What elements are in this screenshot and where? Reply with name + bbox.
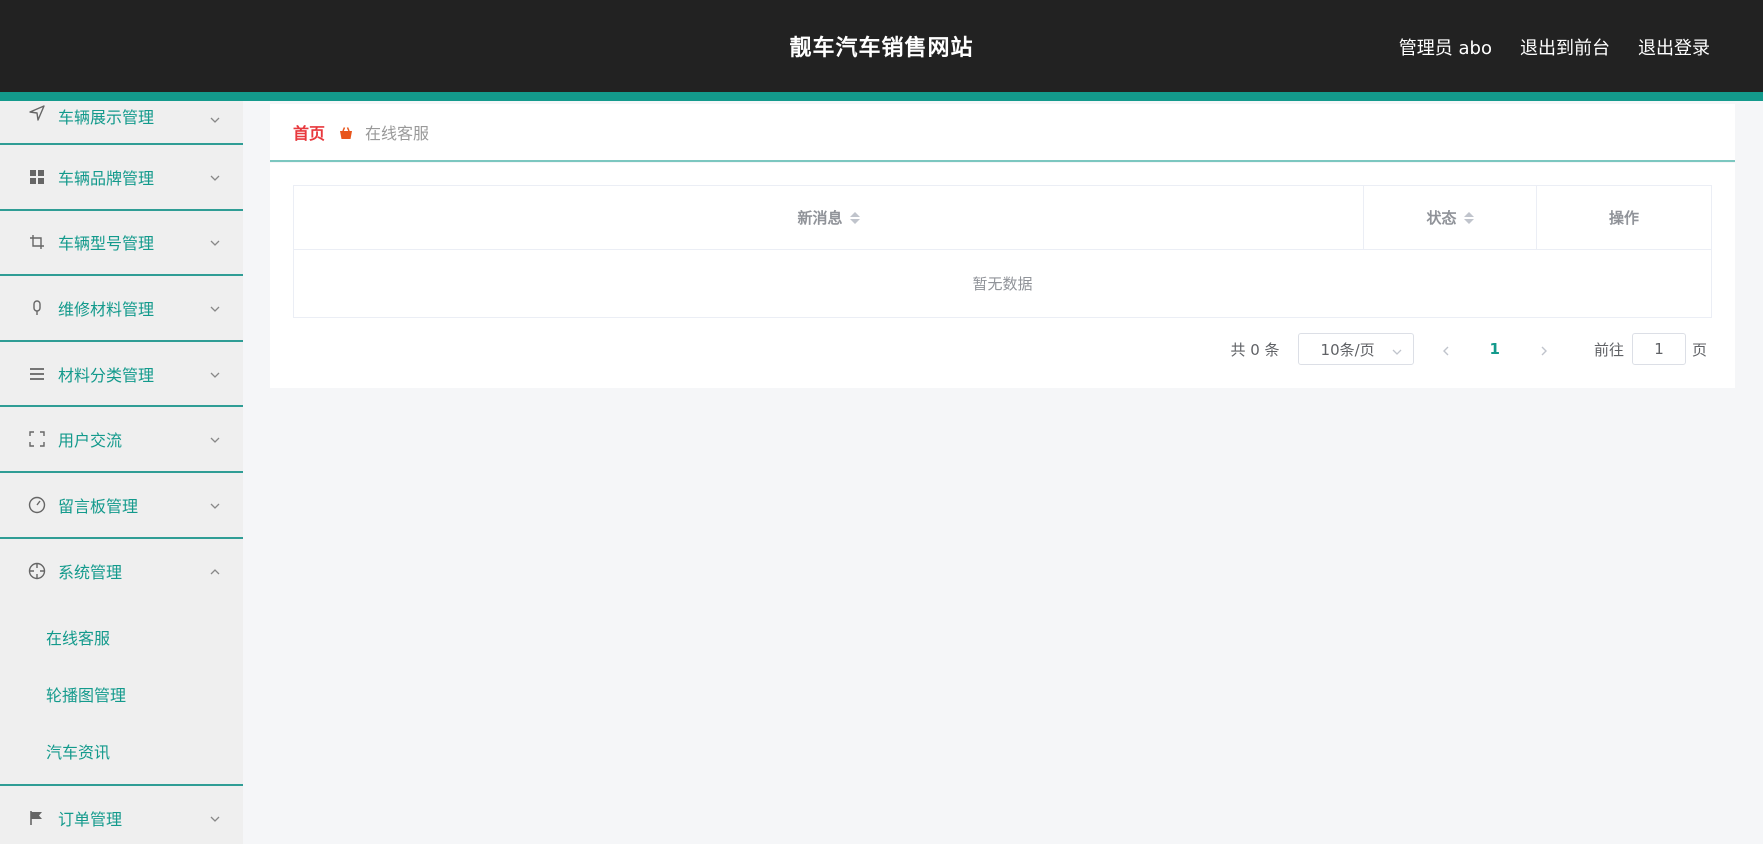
grid-icon — [28, 168, 46, 186]
sidebar-item-vehicle-display[interactable]: 车辆展示管理 — [0, 101, 243, 145]
header-accent-stripe — [0, 92, 1763, 101]
chevron-down-icon — [209, 810, 221, 822]
sort-icon[interactable] — [849, 211, 860, 224]
sidebar-item-label: 车辆展示管理 — [58, 108, 155, 127]
sidebar-subitem-carousel[interactable]: 轮播图管理 — [0, 665, 243, 722]
navigation-icon — [28, 104, 46, 122]
page-size-value: 10条/页 — [1320, 340, 1375, 359]
sidebar-item-repair-material[interactable]: 维修材料管理 — [0, 276, 243, 342]
page-size-select[interactable]: 10条/页 — [1297, 333, 1414, 365]
sidebar-item-material-category[interactable]: 材料分类管理 — [0, 342, 243, 408]
table-empty-text: 暂无数据 — [972, 275, 1033, 293]
sidebar-item-message-board[interactable]: 留言板管理 — [0, 473, 243, 539]
sidebar-item-label: 留言板管理 — [58, 496, 139, 516]
goto-page-input[interactable] — [1631, 333, 1686, 365]
sidebar-item-label: 系统管理 — [58, 563, 123, 583]
list-icon — [28, 365, 46, 383]
chevron-down-icon — [209, 111, 221, 123]
sidebar-item-user-communication[interactable]: 用户交流 — [0, 407, 243, 473]
flag-icon — [28, 809, 46, 827]
breadcrumb: 首页 在线客服 — [270, 104, 1735, 162]
logout-link[interactable]: 退出登录 — [1638, 34, 1710, 60]
crosshair-icon — [28, 562, 46, 580]
system-management-submenu: 在线客服 轮播图管理 汽车资讯 — [0, 604, 243, 787]
message-table: 新消息 状态 操作 暂无数据 — [293, 185, 1712, 318]
table-header: 新消息 状态 操作 — [294, 186, 1711, 250]
chevron-down-icon — [209, 300, 221, 312]
sidebar-item-vehicle-model[interactable]: 车辆型号管理 — [0, 211, 243, 277]
chevron-down-icon — [209, 169, 221, 181]
chevron-down-icon — [209, 234, 221, 247]
admin-user-link[interactable]: 管理员 abo — [1399, 34, 1492, 60]
page-unit-label: 页 — [1691, 340, 1707, 359]
sort-icon[interactable] — [1463, 211, 1474, 224]
crop-icon — [28, 233, 46, 251]
column-header-action: 操作 — [1608, 209, 1639, 227]
sidebar-item-system-management[interactable]: 系统管理 — [0, 539, 243, 605]
sidebar-item-vehicle-brand[interactable]: 车辆品牌管理 — [0, 145, 243, 211]
content-panel: 新消息 状态 操作 暂无数据 共 0 条 10条/页 1 前往 1 页 — [270, 163, 1735, 388]
sidebar-item-label: 车辆品牌管理 — [58, 168, 155, 188]
header-links: 管理员 abo 退出到前台 退出登录 — [1399, 34, 1710, 60]
column-header-status[interactable]: 状态 — [1364, 186, 1537, 249]
microphone-icon — [28, 299, 46, 317]
chevron-down-icon — [209, 431, 221, 444]
sidebar-item-label: 车辆型号管理 — [58, 234, 155, 254]
sidebar-subitem-online-service[interactable]: 在线客服 — [0, 608, 243, 665]
sidebar-menu: 车辆展示管理 车辆品牌管理 车辆型号管理 维修材料管理 材料分类管理 用户交流 … — [0, 101, 243, 844]
goto-label: 前往 — [1593, 340, 1624, 359]
basket-icon — [339, 125, 353, 139]
pagination: 共 0 条 10条/页 1 前往 页 — [1230, 333, 1707, 365]
chevron-down-icon — [209, 497, 221, 509]
chevron-up-icon — [209, 563, 221, 575]
breadcrumb-current: 在线客服 — [365, 124, 430, 143]
pagination-total: 共 0 条 — [1230, 340, 1280, 359]
back-to-frontend-link[interactable]: 退出到前台 — [1520, 34, 1610, 60]
prev-page-button[interactable] — [1440, 343, 1452, 356]
column-header-new-message[interactable]: 新消息 — [294, 186, 1364, 249]
page-number-current[interactable]: 1 — [1490, 340, 1500, 358]
gauge-icon — [28, 496, 46, 514]
sidebar-subitem-car-news[interactable]: 汽车资讯 — [0, 722, 243, 779]
full-screen-icon — [28, 430, 46, 448]
sidebar-item-label: 用户交流 — [58, 431, 123, 451]
breadcrumb-home[interactable]: 首页 — [293, 120, 325, 144]
chevron-down-icon — [1391, 344, 1403, 356]
sidebar-item-order-management[interactable]: 订单管理 — [0, 786, 243, 844]
next-page-button[interactable] — [1538, 343, 1550, 356]
sidebar-item-label: 维修材料管理 — [58, 299, 155, 319]
sidebar-item-label: 材料分类管理 — [58, 365, 155, 385]
top-header: 靓车汽车销售网站 管理员 abo 退出到前台 退出登录 — [0, 0, 1763, 92]
chevron-down-icon — [209, 366, 221, 378]
sidebar-item-label: 订单管理 — [58, 809, 123, 829]
